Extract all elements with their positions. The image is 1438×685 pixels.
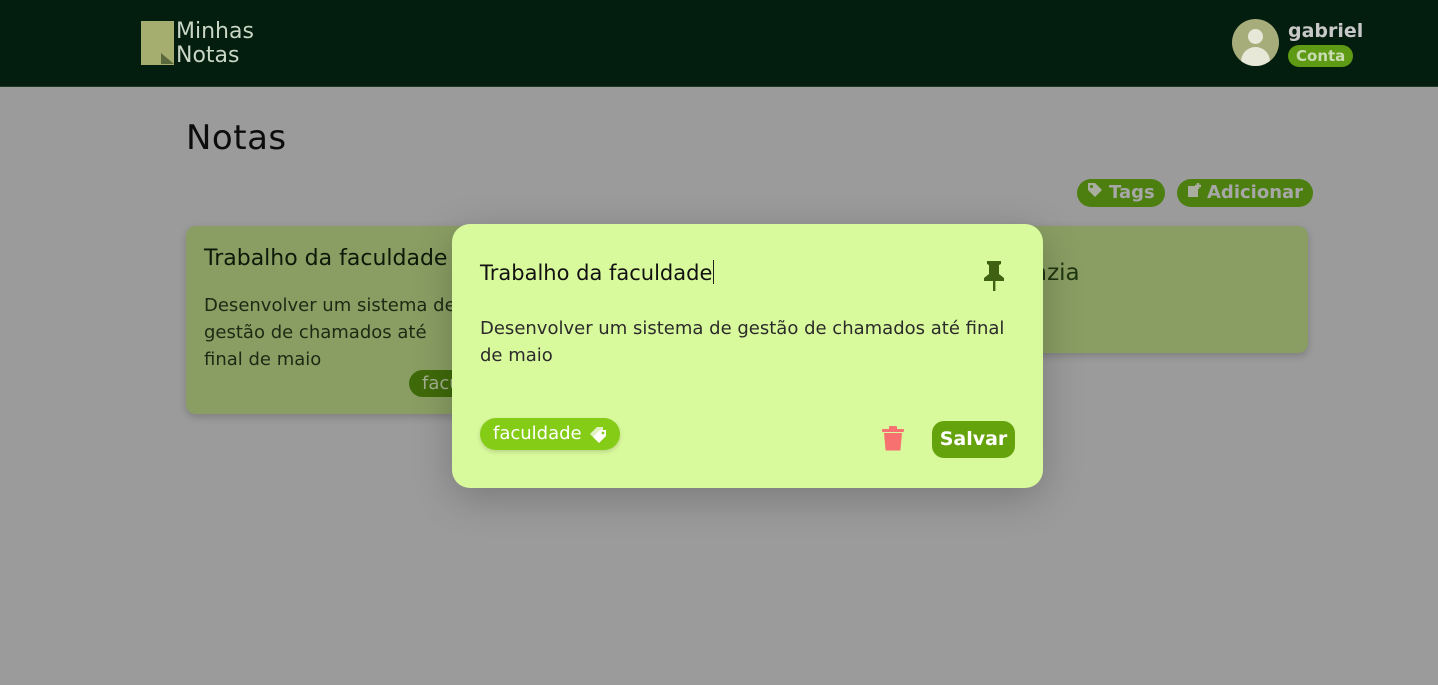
note-tag-chip[interactable]: faculdade [480,418,620,450]
note-card-body: Desenvolver um sistema de gestão de cham… [204,295,456,370]
text-caret [713,260,715,284]
tags-button[interactable]: Tags [1077,179,1165,207]
logo-line-1: Minhas [176,19,254,44]
note-card[interactable]: Trabalho da faculdade Desenvolver um sis… [186,226,482,414]
tags-button-label: Tags [1109,182,1155,203]
note-title-input[interactable]: Trabalho da faculdade [480,260,715,285]
avatar-head [1248,29,1263,44]
page-title: Notas [186,118,287,158]
trash-icon[interactable] [881,426,905,452]
user-avatar-icon[interactable] [1232,19,1279,66]
add-note-button-label: Adicionar [1207,182,1304,203]
account-button[interactable]: Conta [1288,45,1354,67]
note-tag-label: faculdade [493,423,582,444]
tags-icon [588,423,608,455]
logo-fold [161,53,174,64]
note-card[interactable]: azia [1000,226,1308,353]
avatar-body [1241,47,1270,66]
tag-icon [1087,179,1105,207]
logo-line-2: Notas [176,43,240,68]
user-menu[interactable]: gabriel Conta [1232,19,1364,69]
top-bar: Minhas Notas gabriel Conta [0,0,1438,87]
add-note-button[interactable]: Adicionar [1177,179,1314,207]
note-body-textarea[interactable]: Desenvolver um sistema de gestão de cham… [480,315,1025,369]
note-title-value: Trabalho da faculdade [480,261,713,285]
note-editor-modal: Trabalho da faculdade Desenvolver um sis… [452,224,1043,488]
note-card-title: Trabalho da faculdade [204,246,448,271]
save-button[interactable]: Salvar [932,421,1015,458]
username: gabriel [1288,20,1364,42]
app-logo[interactable]: Minhas Notas [141,20,271,68]
pin-icon[interactable] [979,258,1009,292]
note-add-icon [1187,179,1203,207]
logo-text: Minhas Notas [176,20,254,68]
